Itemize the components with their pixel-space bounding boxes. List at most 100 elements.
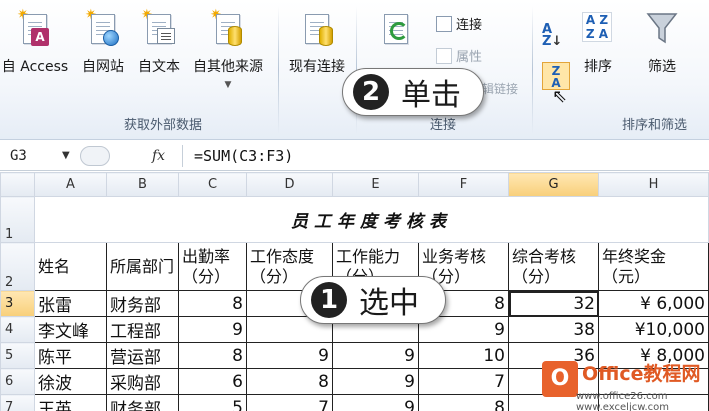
step-1-callout: 1 选中: [300, 276, 446, 324]
table-cell[interactable]: 9: [332, 368, 419, 395]
sort-ascending-button[interactable]: A Z↓: [542, 23, 562, 48]
properties-label: 属性: [456, 50, 483, 65]
table-cell[interactable]: 徐波: [34, 368, 107, 395]
table-cell[interactable]: 8: [418, 394, 509, 411]
table-cell[interactable]: 8: [178, 342, 247, 369]
from-other-sources-button[interactable]: ✷ 自其他来源 ▼: [188, 8, 268, 90]
table-cell[interactable]: 38: [508, 316, 599, 343]
insert-function-icon[interactable]: fx: [152, 145, 165, 167]
table-cell[interactable]: 10: [418, 342, 509, 369]
header-cell[interactable]: 姓名: [34, 242, 107, 291]
from-access-label: 自 Access: [1, 59, 69, 75]
cancel-icon[interactable]: [80, 146, 110, 166]
chevron-down-icon: ▼: [224, 80, 232, 90]
filter-button[interactable]: 筛选: [640, 8, 684, 76]
from-text-label: 自文本: [138, 59, 180, 75]
from-web-button[interactable]: ✷ 自网站: [76, 8, 130, 76]
table-cell[interactable]: 财务部: [106, 290, 179, 317]
column-header-c[interactable]: C: [178, 172, 247, 197]
column-header-e[interactable]: E: [332, 172, 419, 197]
row-header[interactable]: 5: [0, 342, 35, 369]
connections-group-label: 连接: [430, 118, 457, 133]
table-cell[interactable]: 6: [178, 368, 247, 395]
watermark-logo: O Office教程网 www.office26.com www.exceljc…: [540, 355, 705, 411]
watermark-site: www.office26.com www.exceljcw.com: [576, 391, 670, 411]
row-header[interactable]: 6: [0, 368, 35, 395]
header-cell[interactable]: 出勤率（分）: [178, 242, 247, 291]
database-icon: ✷: [210, 8, 246, 50]
table-cell[interactable]: 采购部: [106, 368, 179, 395]
header-cell[interactable]: 年终奖金（元）: [598, 242, 709, 291]
get-external-data-label: 获取外部数据: [124, 118, 203, 133]
table-cell[interactable]: 9: [246, 342, 333, 369]
table-cell[interactable]: 7: [246, 394, 333, 411]
row-header[interactable]: 4: [0, 316, 35, 343]
existing-connections-button[interactable]: 现有连接: [284, 8, 350, 76]
group-separator: [532, 6, 533, 134]
sheet-title[interactable]: 员工年度考核表: [34, 196, 709, 243]
chevron-down-icon[interactable]: ▼: [62, 145, 70, 167]
filter-funnel-icon: [644, 8, 680, 50]
refresh-icon: [380, 8, 416, 50]
row-header[interactable]: 3: [0, 290, 35, 317]
step-2-callout: 2 单击: [342, 68, 484, 116]
from-other-sources-label: 自其他来源: [193, 59, 263, 75]
connection-icon: [436, 15, 452, 32]
sort-filter-group-label: 排序和筛选: [622, 118, 688, 133]
from-text-button[interactable]: ✷ 自文本: [132, 8, 186, 76]
existing-connection-icon: [299, 8, 335, 50]
table-cell[interactable]: 工程部: [106, 316, 179, 343]
table-cell[interactable]: 李文峰: [34, 316, 107, 343]
table-cell[interactable]: 9: [332, 342, 419, 369]
group-separator: [278, 6, 279, 134]
from-access-button[interactable]: ✷A 自 Access: [0, 8, 70, 76]
office-logo-icon: O: [542, 361, 578, 397]
table-cell[interactable]: 营运部: [106, 342, 179, 369]
table-cell[interactable]: 张雷: [34, 290, 107, 317]
table-cell[interactable]: ¥10,000: [598, 316, 709, 343]
table-cell[interactable]: 5: [178, 394, 247, 411]
header-cell[interactable]: 综合考核（分）: [508, 242, 599, 291]
row-header-1[interactable]: 1: [0, 196, 35, 243]
divider: [182, 145, 183, 167]
table-cell[interactable]: 财务部: [106, 394, 179, 411]
connections-label: 连接: [456, 18, 483, 33]
column-header-f[interactable]: F: [418, 172, 509, 197]
table-cell[interactable]: 7: [418, 368, 509, 395]
column-header-b[interactable]: B: [106, 172, 179, 197]
web-globe-icon: ✷: [85, 8, 121, 50]
step-text: 单击: [401, 78, 461, 113]
filter-label: 筛选: [648, 59, 676, 75]
column-header-d[interactable]: D: [246, 172, 333, 197]
table-cell[interactable]: 8: [246, 368, 333, 395]
from-web-label: 自网站: [82, 59, 124, 75]
select-all-corner[interactable]: [0, 172, 35, 197]
table-cell[interactable]: ¥ 6,000: [598, 290, 709, 317]
table-cell[interactable]: 9: [178, 316, 247, 343]
column-header-g[interactable]: G: [508, 172, 599, 197]
existing-connections-label: 现有连接: [289, 59, 345, 75]
table-cell[interactable]: 8: [178, 290, 247, 317]
table-cell[interactable]: 王英: [34, 394, 107, 411]
row-header-2[interactable]: 2: [0, 242, 35, 291]
table-cell[interactable]: 陈平: [34, 342, 107, 369]
header-cell[interactable]: 所属部门: [106, 242, 179, 291]
properties-button[interactable]: 属性: [436, 46, 482, 65]
sort-button[interactable]: A ZZ A 排序: [578, 8, 618, 76]
access-db-icon: ✷A: [17, 8, 53, 50]
watermark-brand: Office教程网: [582, 363, 701, 385]
selected-cell-g3[interactable]: 32: [508, 290, 599, 317]
refresh-all-button[interactable]: [378, 8, 418, 56]
connections-button[interactable]: 连接: [436, 14, 482, 33]
table-cell[interactable]: 9: [332, 394, 419, 411]
formula-input[interactable]: =SUM(C3:F3): [194, 145, 293, 167]
step-number: 2: [353, 74, 389, 110]
name-box[interactable]: G3: [6, 145, 90, 167]
column-header-a[interactable]: A: [34, 172, 107, 197]
properties-icon: [436, 47, 452, 64]
column-header-h[interactable]: H: [598, 172, 709, 197]
row-header[interactable]: 7: [0, 394, 35, 411]
step-text: 选中: [359, 286, 419, 321]
sort-label: 排序: [584, 59, 612, 75]
sort-dialog-icon: A ZZ A: [580, 8, 616, 50]
